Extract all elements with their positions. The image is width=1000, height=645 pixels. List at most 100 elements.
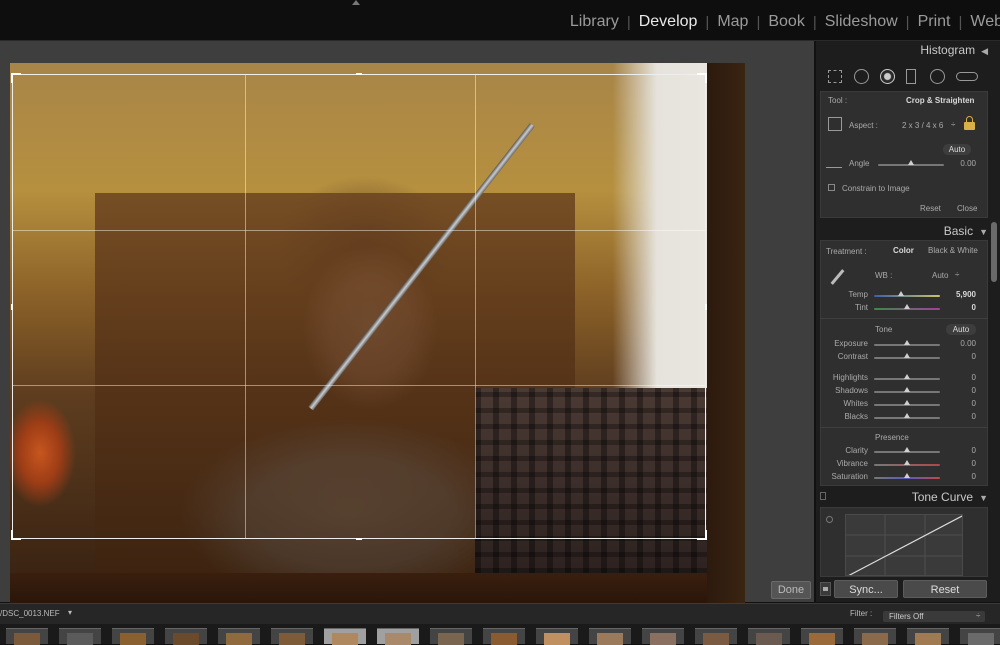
filmstrip-thumbnail[interactable] — [536, 628, 578, 645]
module-slideshow[interactable]: Slideshow — [825, 13, 898, 31]
filmstrip-thumbnail[interactable] — [59, 628, 101, 645]
filmstrip-thumbnail[interactable] — [589, 628, 631, 645]
vibrance-slider-knob[interactable] — [904, 460, 910, 465]
adjustment-brush-icon[interactable] — [956, 72, 978, 81]
module-develop[interactable]: Develop — [639, 13, 698, 31]
aspect-value[interactable]: 2 x 3 / 4 x 6 — [902, 121, 943, 130]
filmstrip-thumbnail[interactable] — [483, 628, 525, 645]
filter-dropdown-icon: ÷ — [976, 611, 981, 620]
saturation-value[interactable]: 0 — [944, 472, 976, 481]
whites-slider-knob[interactable] — [904, 400, 910, 405]
contrast-value[interactable]: 0 — [944, 352, 976, 361]
shadows-slider-knob[interactable] — [904, 387, 910, 392]
straighten-ruler-icon[interactable] — [826, 157, 842, 168]
module-library[interactable]: Library — [570, 13, 619, 31]
crop-handle-top-left[interactable] — [11, 73, 21, 83]
angle-slider-knob[interactable] — [908, 160, 914, 165]
target-adjust-icon[interactable] — [826, 516, 833, 523]
filmstrip-thumbnail[interactable] — [218, 628, 260, 645]
filmstrip-thumbnail[interactable] — [430, 628, 472, 645]
blacks-slider-knob[interactable] — [904, 413, 910, 418]
module-web[interactable]: Web — [970, 13, 1000, 31]
treatment-color-option[interactable]: Color — [893, 246, 914, 255]
sync-button[interactable]: Sync... — [834, 580, 898, 598]
red-eye-icon[interactable] — [880, 69, 895, 84]
filmstrip-thumbnail[interactable] — [854, 628, 896, 645]
crop-reset-button[interactable]: Reset — [920, 204, 941, 213]
blacks-value[interactable]: 0 — [944, 412, 976, 421]
highlights-value[interactable]: 0 — [944, 373, 976, 382]
crop-handle-top[interactable] — [356, 73, 362, 75]
filter-value: Filters Off — [889, 612, 924, 621]
panel-toggle-arrow-icon[interactable] — [352, 0, 360, 5]
clarity-slider-knob[interactable] — [904, 447, 910, 452]
crop-handle-right[interactable] — [705, 304, 707, 310]
clarity-value[interactable]: 0 — [944, 446, 976, 455]
treatment-bw-option[interactable]: Black & White — [928, 246, 978, 255]
vibrance-value[interactable]: 0 — [944, 459, 976, 468]
crop-handle-bottom-left[interactable] — [11, 530, 21, 540]
temp-value[interactable]: 5,900 — [944, 290, 976, 299]
reset-button[interactable]: Reset — [903, 580, 987, 598]
module-map[interactable]: Map — [717, 13, 748, 31]
right-panel-scrollbar[interactable] — [991, 222, 997, 282]
filmstrip-thumbnail[interactable] — [165, 628, 207, 645]
wb-dropdown-icon[interactable]: ÷ — [955, 270, 959, 279]
crop-close-button[interactable]: Close — [957, 204, 977, 213]
filmstrip-thumbnail[interactable] — [271, 628, 313, 645]
tone-curve-graph[interactable] — [845, 514, 963, 576]
temp-slider-knob[interactable] — [898, 291, 904, 296]
basic-header[interactable]: Basic ▼ — [816, 221, 988, 241]
crop-handle-top-right[interactable] — [697, 73, 707, 83]
tint-value[interactable]: 0 — [944, 303, 976, 312]
thumbnail-image — [120, 633, 146, 645]
angle-value[interactable]: 0.00 — [946, 159, 976, 168]
filmstrip-thumbnail[interactable] — [801, 628, 843, 645]
exposure-value[interactable]: 0.00 — [944, 339, 976, 348]
crop-frame-icon[interactable] — [828, 117, 842, 131]
filmstrip-thumbnail[interactable] — [377, 628, 419, 645]
module-book[interactable]: Book — [768, 13, 804, 31]
wb-value[interactable]: Auto — [932, 271, 948, 280]
tone-auto-button[interactable]: Auto — [946, 324, 976, 335]
contrast-slider-knob[interactable] — [904, 353, 910, 358]
constrain-checkbox[interactable] — [828, 184, 835, 191]
shadows-value[interactable]: 0 — [944, 386, 976, 395]
crop-handle-bottom-right[interactable] — [697, 530, 707, 540]
filmstrip-thumbnail[interactable] — [6, 628, 48, 645]
aspect-dropdown-icon[interactable]: ÷ — [951, 120, 955, 129]
highlights-slider-knob[interactable] — [904, 374, 910, 379]
filmstrip-thumbnail[interactable] — [907, 628, 949, 645]
done-button[interactable]: Done — [771, 581, 811, 599]
tone-curve-header[interactable]: Tone Curve ▼ — [816, 487, 988, 507]
filmstrip-thumbnail[interactable] — [324, 628, 366, 645]
filmstrip-thumbnail[interactable] — [112, 628, 154, 645]
exposure-slider-knob[interactable] — [904, 340, 910, 345]
filmstrip-thumbnail[interactable] — [960, 628, 1000, 645]
temp-slider[interactable] — [874, 295, 940, 297]
angle-label: Angle — [849, 159, 870, 168]
crop-overlay[interactable] — [11, 73, 707, 540]
histogram-header[interactable]: Histogram ◀ — [816, 40, 988, 60]
path-dropdown-icon[interactable]: ▾ — [68, 608, 72, 617]
lock-icon[interactable] — [964, 116, 975, 130]
tint-slider-knob[interactable] — [904, 304, 910, 309]
angle-auto-button[interactable]: Auto — [943, 144, 971, 155]
filmstrip-thumbnail[interactable] — [748, 628, 790, 645]
crop-tool-icon[interactable] — [828, 70, 842, 83]
crop-handle-left[interactable] — [11, 304, 13, 310]
thumbnail-image — [650, 633, 676, 645]
filmstrip-thumbnail[interactable] — [695, 628, 737, 645]
saturation-slider-knob[interactable] — [904, 473, 910, 478]
crop-handle-bottom[interactable] — [356, 538, 362, 540]
wb-eyedropper-icon[interactable] — [828, 268, 846, 286]
graduated-filter-icon[interactable] — [906, 69, 916, 84]
filter-dropdown[interactable]: Filters Off — [883, 611, 985, 622]
module-print[interactable]: Print — [918, 13, 951, 31]
file-path[interactable]: /DSC_0013.NEF — [0, 609, 60, 618]
radial-filter-icon[interactable] — [930, 69, 945, 84]
sync-toggle-switch[interactable] — [820, 582, 831, 596]
whites-value[interactable]: 0 — [944, 399, 976, 408]
filmstrip-thumbnail[interactable] — [642, 628, 684, 645]
spot-removal-icon[interactable] — [854, 69, 869, 84]
